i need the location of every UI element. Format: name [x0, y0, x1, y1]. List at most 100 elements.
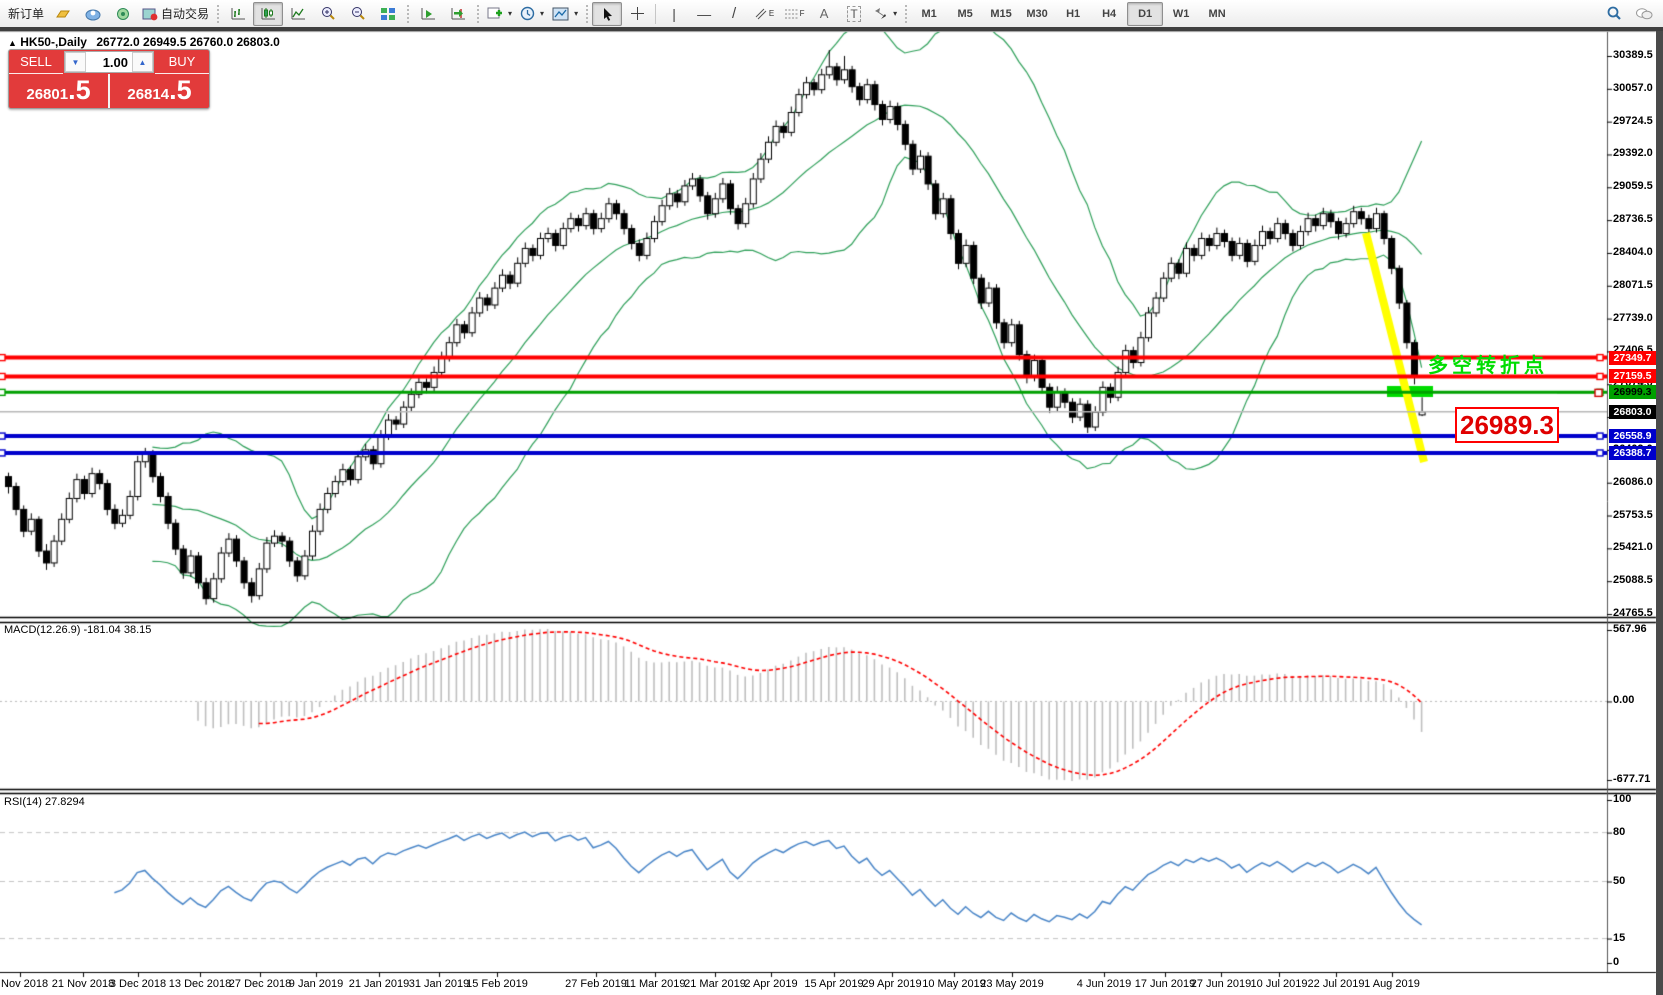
search-icon[interactable] — [1599, 2, 1629, 26]
price-axis-tick: 29059.5 — [1613, 180, 1653, 192]
date-axis-label: 10 Jul 2019 — [1251, 978, 1308, 990]
timeframe-button-m1[interactable]: M1 — [911, 2, 947, 26]
timeframe-button-m15[interactable]: M15 — [983, 2, 1019, 26]
chart-header: ▲ HK50-,Daily 26772.0 26949.5 26760.0 26… — [8, 35, 280, 49]
trendline-icon: / — [732, 5, 736, 22]
chat-icon[interactable] — [1629, 2, 1659, 26]
fibonacci-button[interactable]: F — [779, 2, 809, 26]
channel-button[interactable]: E — [749, 2, 779, 26]
trade-panel-top-row: SELL ▼ ▲ BUY — [9, 50, 209, 74]
turning-point-annotation[interactable]: 多空转折点 — [1428, 349, 1548, 378]
caret-down-icon: ▾ — [893, 9, 897, 18]
channel-icon — [754, 7, 768, 20]
autotrading-label: 自动交易 — [161, 5, 209, 22]
price-callout-label[interactable]: 26989.3 — [1455, 407, 1559, 443]
price-axis-tick: 29724.5 — [1613, 115, 1653, 127]
text-icon: A — [820, 6, 829, 21]
date-axis-label: 2 Apr 2019 — [744, 978, 797, 990]
text-label-button[interactable]: T — [839, 2, 869, 26]
buy-price[interactable]: 26814.5 — [110, 74, 209, 108]
horizontal-line-button[interactable]: — — [689, 2, 719, 26]
toolbar-grip — [477, 5, 479, 23]
caret-down-icon: ▾ — [574, 9, 578, 18]
clock-icon — [520, 6, 535, 21]
community-icon[interactable] — [78, 2, 108, 26]
price-axis-tick: 28404.0 — [1613, 246, 1653, 258]
rsi-label: RSI(14) 27.8294 — [4, 796, 85, 808]
date-axis-label: 21 Nov 2018 — [52, 978, 114, 990]
signals-icon[interactable] — [108, 2, 138, 26]
volume-decrease-button[interactable]: ▼ — [65, 52, 86, 72]
rsi-axis-tick: 80 — [1613, 826, 1625, 838]
date-axis-label: 11 Mar 2019 — [625, 978, 686, 990]
vertical-line-button[interactable]: | — [659, 2, 689, 26]
cursor-button[interactable] — [592, 2, 622, 26]
bid-price-label: 26803.0 — [1609, 405, 1656, 419]
window-right-edge — [1656, 31, 1663, 995]
text-button[interactable]: A — [809, 2, 839, 26]
collapse-icon[interactable]: ▲ — [8, 38, 17, 48]
candlestick-chart-button[interactable] — [253, 2, 283, 26]
window-border-strip — [0, 27, 1663, 31]
chart-shift-button[interactable] — [443, 2, 473, 26]
terminal-window: 新订单 自动交易 ▾ ▾ ▾ | — / E F A T ▾ M1M — [0, 0, 1663, 995]
sell-price-frac: .5 — [68, 77, 91, 103]
crosshair-button[interactable] — [622, 2, 652, 26]
price-axis-tick: 27739.0 — [1613, 312, 1653, 324]
date-axis-label: 27 Dec 2018 — [229, 978, 291, 990]
timeframe-button-mn[interactable]: MN — [1199, 2, 1235, 26]
horizontal-line-icon: — — [697, 6, 711, 22]
autotrading-button[interactable]: 自动交易 — [138, 2, 213, 26]
timeframe-button-m30[interactable]: M30 — [1019, 2, 1055, 26]
price-line-label: 27349.7 — [1609, 351, 1656, 365]
vertical-line-icon: | — [672, 6, 676, 22]
buy-price-frac: .5 — [169, 77, 192, 103]
timeframe-button-h1[interactable]: H1 — [1055, 2, 1091, 26]
ohlc-readout: 26772.0 26949.5 26760.0 26803.0 — [96, 35, 280, 49]
chart-window: ▲ HK50-,Daily 26772.0 26949.5 26760.0 26… — [0, 31, 1663, 995]
template-chart-icon — [552, 7, 569, 21]
price-line-label: 26558.9 — [1609, 429, 1656, 443]
date-axis-label: 27 Feb 2019 — [565, 978, 627, 990]
toolbar-separator — [655, 4, 656, 24]
zoom-in-button[interactable] — [313, 2, 343, 26]
date-axis-label: 1 Aug 2019 — [1364, 978, 1420, 990]
timeframe-button-w1[interactable]: W1 — [1163, 2, 1199, 26]
timeframe-button-d1[interactable]: D1 — [1127, 2, 1163, 26]
buy-price-main: 26814 — [127, 86, 169, 103]
bar-chart-button[interactable] — [223, 2, 253, 26]
volume-input[interactable] — [86, 52, 132, 72]
chart-canvas[interactable] — [0, 31, 1663, 995]
sell-price[interactable]: 26801.5 — [9, 74, 108, 108]
tile-windows-button[interactable] — [373, 2, 403, 26]
price-line-label: 26999.3 — [1609, 385, 1656, 399]
templates-button[interactable]: ▾ — [548, 2, 582, 26]
timeframe-button-m5[interactable]: M5 — [947, 2, 983, 26]
symbol-title: HK50-,Daily — [20, 35, 87, 49]
sell-price-main: 26801 — [26, 86, 68, 103]
arrows-button[interactable]: ▾ — [869, 2, 901, 26]
trendline-button[interactable]: / — [719, 2, 749, 26]
price-axis-tick: 25088.5 — [1613, 574, 1653, 586]
one-click-trading-panel: SELL ▼ ▲ BUY 26801.5 26814.5 — [8, 49, 210, 109]
new-chart-button[interactable]: ▾ — [483, 2, 516, 26]
caret-down-icon: ▾ — [540, 9, 544, 18]
sell-button[interactable]: SELL — [9, 50, 63, 74]
market-watch-icon[interactable] — [48, 2, 78, 26]
toolbar-grip — [217, 5, 219, 23]
auto-scroll-icon — [420, 6, 437, 21]
timeframe-button-h4[interactable]: H4 — [1091, 2, 1127, 26]
macd-axis-tick: 567.96 — [1613, 623, 1647, 635]
new-order-button[interactable]: 新订单 — [4, 2, 48, 26]
periods-button[interactable]: ▾ — [516, 2, 548, 26]
line-chart-button[interactable] — [283, 2, 313, 26]
crosshair-icon — [630, 6, 645, 21]
buy-button[interactable]: BUY — [155, 50, 209, 74]
zoom-out-button[interactable] — [343, 2, 373, 26]
volume-increase-button[interactable]: ▲ — [132, 52, 153, 72]
price-axis-tick: 26086.0 — [1613, 476, 1653, 488]
date-axis-label: 21 Jan 2019 — [349, 978, 410, 990]
rsi-axis-tick: 50 — [1613, 875, 1625, 887]
magnifier-icon — [1606, 6, 1622, 21]
auto-scroll-button[interactable] — [413, 2, 443, 26]
